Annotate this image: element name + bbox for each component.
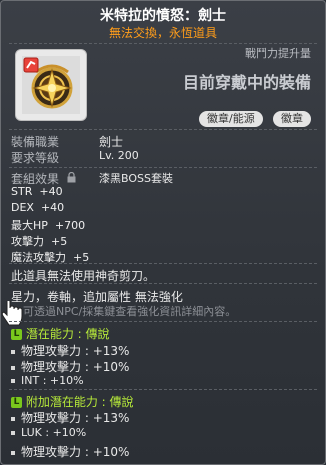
bullet-icon [11,431,15,435]
additional-line: 物理攻擊力 : +10% [11,443,129,460]
emblem-icon [22,56,80,114]
lock-icon [67,171,76,186]
item-name: 米特拉的憤怒：劍士 [100,8,226,24]
stat-value: +5 [51,235,68,248]
potential-line: 物理攻擊力 : +13% [11,342,129,359]
badge-emblem: 徽章 [273,111,311,127]
stat-value: +700 [54,219,86,232]
scissors-note: 此道具無法使用神奇剪刀。 [11,269,156,283]
divider-set [9,167,317,168]
job-value: 劍士 [99,135,124,149]
potential-line: INT : +10% [11,374,84,387]
bullet-icon [11,365,15,370]
item-trade-note: 無法交換，永恆道具 [108,26,217,40]
additional-potential-title: 附加潛在能力 : 傳說 [25,395,134,409]
combat-power-label: 戰鬥力提升量 [245,47,311,60]
npc-note: 可透過NPC/採集鍵查看強化資訊詳細內容。 [23,305,237,318]
divider-top [9,43,317,44]
bullet-icon [11,450,15,455]
stat-line: 攻擊力 +5 [11,233,67,249]
potential-header: L 潛在能力 : 傳說 [11,325,110,342]
stat-name: 攻擊力 [11,235,44,248]
equipped-status: 目前穿戴中的裝備 [182,73,311,92]
divider-enhance [9,283,317,284]
bullet-icon [11,416,15,421]
set-value: 漆黑BOSS套裝 [99,172,173,185]
level-label: 要求等級 [11,151,60,165]
divider-additional [9,389,317,390]
item-tooltip: 米特拉的憤怒：劍士 無法交換，永恆道具 戰鬥力提升量 目前穿戴中的裝備 徽章/能… [0,0,326,465]
bullet-icon [11,379,15,383]
job-label: 裝備職業 [11,135,60,149]
stat-value: +40 [39,185,63,198]
divider-info [9,129,317,130]
stat-value: +40 [40,201,65,214]
additional-line: LUK : +10% [11,426,86,439]
stat-line: 最大HP +700 [11,217,85,233]
bullet-icon [11,349,15,354]
item-icon-frame [15,49,87,121]
stat-name: 最大HP [11,219,48,232]
stat-name: DEX [11,201,34,214]
potential-line: 物理攻擊力 : +10% [11,358,129,375]
additional-line: 物理攻擊力 : +13% [11,409,129,426]
divider-notes [9,263,317,264]
stat-line: DEX +40 [11,201,64,214]
legendary-rank-icon: L [11,329,22,340]
stat-line: STR +40 [11,185,63,198]
legendary-rank-icon: L [11,397,22,408]
stat-name: STR [11,185,33,198]
level-value: Lv. 200 [99,149,139,162]
potential-title: 潛在能力 : 傳說 [25,327,110,341]
divider-potential [9,321,317,322]
additional-potential-header: L 附加潛在能力 : 傳說 [11,393,134,410]
badge-emblem-energy: 徽章/能源 [199,111,263,127]
